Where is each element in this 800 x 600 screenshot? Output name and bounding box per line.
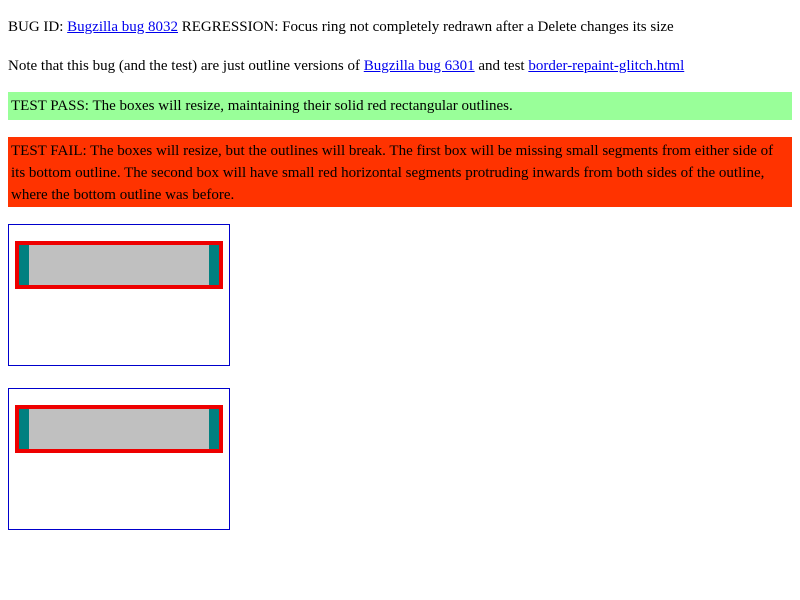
bug-8032-link[interactable]: Bugzilla bug 8032 <box>67 19 178 35</box>
editable-box-2-content <box>19 409 219 449</box>
test-frame-1 <box>8 224 230 366</box>
test-pass-banner: TEST PASS: The boxes will resize, mainta… <box>8 92 792 120</box>
editable-box-2[interactable] <box>15 405 223 453</box>
editable-box-1[interactable] <box>15 241 223 289</box>
bug-title: REGRESSION: Focus ring not completely re… <box>181 19 674 35</box>
test-pass-text: TEST PASS: The boxes will resize, mainta… <box>11 98 513 114</box>
bug-id-prefix: BUG ID: <box>8 19 64 35</box>
border-repaint-glitch-link[interactable]: border-repaint-glitch.html <box>528 58 684 74</box>
bug-6301-link[interactable]: Bugzilla bug 6301 <box>364 58 475 74</box>
test-fail-banner: TEST FAIL: The boxes will resize, but th… <box>8 137 792 207</box>
test-fail-text: TEST FAIL: The boxes will resize, but th… <box>11 143 774 203</box>
bug-id-line: BUG ID: Bugzilla bug 8032 REGRESSION: Fo… <box>8 18 674 36</box>
note-line: Note that this bug (and the test) are ju… <box>8 57 684 75</box>
page: BUG ID: Bugzilla bug 8032 REGRESSION: Fo… <box>0 0 800 600</box>
note-middle: and test <box>478 58 525 74</box>
test-frame-2 <box>8 388 230 530</box>
note-prefix: Note that this bug (and the test) are ju… <box>8 58 361 74</box>
editable-box-1-content <box>19 245 219 285</box>
